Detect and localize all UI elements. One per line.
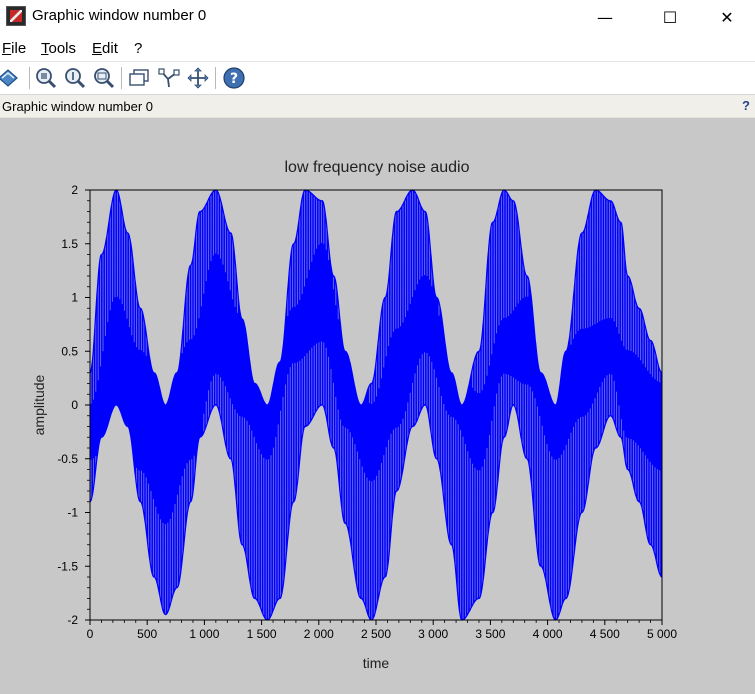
- menu-tools[interactable]: Tools: [41, 40, 76, 57]
- x-tick-label: 4 000: [533, 627, 563, 641]
- x-tick-label: 2 000: [304, 627, 334, 641]
- x-tick-label: 5 000: [647, 627, 677, 641]
- chart-title: low frequency noise audio: [284, 159, 469, 176]
- y-tick-label: 2: [71, 183, 78, 197]
- menu-bar: File Tools Edit ?: [0, 34, 755, 62]
- svg-text:?: ?: [230, 71, 238, 87]
- x-tick-label: 3 500: [475, 627, 505, 641]
- y-tick-label: 0: [71, 398, 78, 412]
- close-icon: ✕: [720, 7, 734, 27]
- help-button[interactable]: ?: [222, 66, 246, 90]
- y-tick-label: -2: [67, 613, 78, 627]
- toolbar-separator: [121, 67, 122, 89]
- window-title: Graphic window number 0: [32, 7, 207, 24]
- zoom-area-button[interactable]: [92, 66, 116, 90]
- y-tick-label: -1: [67, 506, 78, 520]
- help-icon: ?: [223, 67, 245, 89]
- y-tick-label: 1: [71, 291, 78, 305]
- toolbar-separator: [29, 67, 30, 89]
- pan-icon: [187, 67, 209, 89]
- info-bar: Graphic window number 0 ?: [0, 95, 755, 118]
- x-tick-label: 1 000: [189, 627, 219, 641]
- x-tick-label: 4 500: [590, 627, 620, 641]
- x-tick-label: 2 500: [361, 627, 391, 641]
- rotate-button[interactable]: [0, 66, 20, 90]
- close-button[interactable]: ✕: [697, 0, 755, 34]
- toolbar: ?: [0, 62, 755, 95]
- zoom-in-icon: [36, 68, 57, 89]
- zoom-area-icon: [94, 68, 115, 89]
- y-axis-label: amplitude: [31, 374, 47, 435]
- maximize-button[interactable]: ☐: [640, 0, 700, 34]
- y-tick-label: 1.5: [61, 237, 78, 251]
- y-tick-label: -1.5: [57, 559, 78, 573]
- maximize-icon: ☐: [662, 7, 678, 27]
- rotate-icon: [0, 69, 18, 87]
- menu-edit[interactable]: Edit: [92, 40, 118, 57]
- signal-band: [90, 190, 662, 620]
- x-tick-label: 0: [87, 627, 94, 641]
- title-bar: Graphic window number 0 — ☐ ✕: [0, 0, 755, 34]
- datatip-button[interactable]: [157, 66, 181, 90]
- x-tick-label: 1 500: [247, 627, 277, 641]
- chart: 0 500 1 000 1 500 2 000 2 500 3 000 3 500 4 000 4…: [31, 159, 677, 671]
- select-figure-button[interactable]: [127, 66, 151, 90]
- menu-help[interactable]: ?: [134, 40, 142, 57]
- figure-area[interactable]: 0 500 1 000 1 500 2 000 2 500 3 000 3 500 4 000 4…: [0, 118, 755, 694]
- zoom-in-button[interactable]: [34, 66, 58, 90]
- datatip-icon: [158, 68, 180, 88]
- minimize-button[interactable]: —: [575, 0, 635, 34]
- scilab-app-icon: [6, 6, 26, 26]
- x-tick-label: 500: [137, 627, 157, 641]
- y-tick-label: 0.5: [61, 344, 78, 358]
- x-tick-label: 3 000: [418, 627, 448, 641]
- toolbar-separator: [215, 67, 216, 89]
- x-axis-label: time: [363, 655, 390, 671]
- menu-file[interactable]: File: [2, 40, 26, 57]
- y-tick-label: -0.5: [57, 452, 78, 466]
- zoom-reset-icon: [65, 68, 86, 89]
- info-help-icon[interactable]: ?: [742, 98, 750, 113]
- minimize-icon: —: [597, 7, 613, 27]
- info-bar-label: Graphic window number 0: [2, 99, 154, 114]
- select-figure-icon: [129, 69, 149, 86]
- zoom-reset-button[interactable]: [63, 66, 87, 90]
- pan-button[interactable]: [186, 66, 210, 90]
